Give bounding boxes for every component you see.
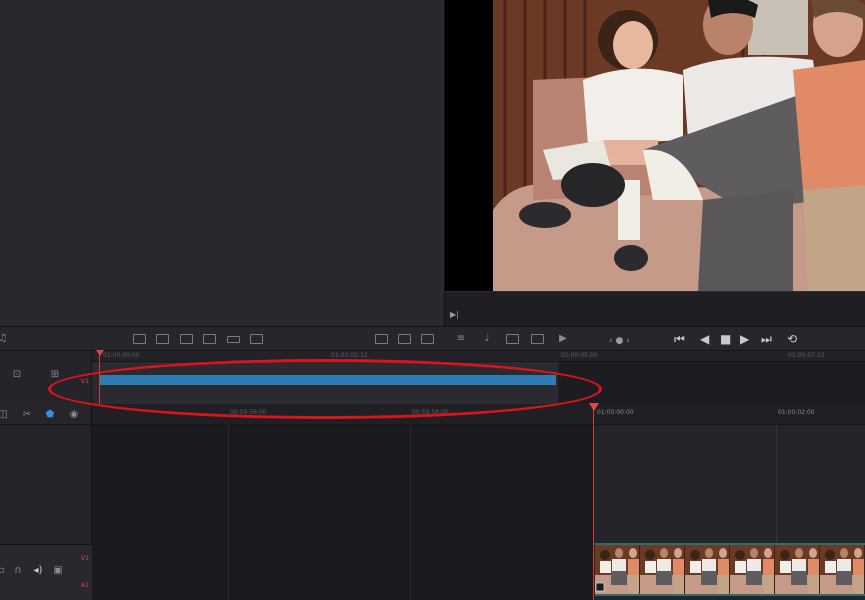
fit-to-fill-icon[interactable] xyxy=(203,334,216,344)
video-clip-filmstrip[interactable] xyxy=(595,543,865,596)
timeline-empty-area[interactable] xyxy=(92,425,593,600)
track-link-icon[interactable]: ⊡ xyxy=(10,369,24,380)
video-track-header: ▫ ∩ ◂) ▣ V1 A1 xyxy=(0,544,92,600)
lower-playhead-handle[interactable] xyxy=(589,403,599,411)
lock-icon[interactable]: ▫ xyxy=(0,565,8,576)
layout-2-icon[interactable] xyxy=(398,334,411,344)
upper-timecode-ruler[interactable]: 01:00:00:00 01:00:02:12 01:00:05:00 01:0… xyxy=(92,351,865,362)
stop-button[interactable]: ■ xyxy=(720,332,731,346)
trim-icon[interactable]: ◫ xyxy=(0,409,10,420)
monitor-icon[interactable]: ▣ xyxy=(51,565,65,576)
layout-3-icon[interactable] xyxy=(421,334,434,344)
video-out-icon[interactable] xyxy=(506,334,519,344)
upper-playhead-handle[interactable] xyxy=(96,350,104,356)
play-button[interactable]: ▶ xyxy=(740,332,749,346)
track-monitor-icon[interactable]: ⊞ xyxy=(48,369,62,380)
viewer-footer: ▶| xyxy=(445,291,865,326)
ruler-tick: 01:00:02:12 xyxy=(331,352,368,359)
ruler-tick: 01:00:05:00 xyxy=(561,352,598,359)
overwrite-clip-icon[interactable] xyxy=(156,334,169,344)
music-note-icon[interactable]: ♫ xyxy=(0,333,10,344)
jog-control[interactable]: ‹ ● › xyxy=(609,334,630,348)
mixer-icon[interactable]: ≡ xyxy=(454,333,468,344)
insert-clip-icon[interactable] xyxy=(133,334,146,344)
mic-icon[interactable]: ♩ xyxy=(480,333,494,344)
viewer-panel[interactable] xyxy=(445,0,865,291)
play-out-icon[interactable]: ▶ xyxy=(556,333,570,344)
v1-track-label: V1 xyxy=(81,555,89,562)
grid-line xyxy=(776,425,777,545)
grid-line xyxy=(410,425,411,600)
lower-playhead[interactable] xyxy=(593,404,594,600)
speaker-icon[interactable]: ◂) xyxy=(31,565,45,576)
video-editor: ▶| ♫ ≡ ♩ ▶ ‹ ● › ⏮ ◀ ■ ▶ ⏭ ⟲ ⊡ ⊞ V1 01:0… xyxy=(0,0,865,600)
grid-line xyxy=(228,425,229,600)
last-frame-button[interactable]: ⏭ xyxy=(761,332,772,346)
headphones-icon[interactable]: ∩ xyxy=(11,565,25,576)
edit-toolbar: ♫ ≡ ♩ ▶ ‹ ● › ⏮ ◀ ■ ▶ ⏭ ⟲ xyxy=(0,326,865,351)
media-pool-panel[interactable] xyxy=(0,0,444,326)
first-frame-button[interactable]: ⏮ xyxy=(674,332,685,346)
razor-icon[interactable]: ✂ xyxy=(20,409,34,420)
previous-frame-button[interactable]: ◀ xyxy=(700,332,709,346)
ruler-tick: 01:00:02:00 xyxy=(778,409,815,416)
ruler-tick: 01:00:07:12 xyxy=(788,352,825,359)
ripple-overwrite-icon[interactable] xyxy=(250,334,263,344)
ruler-tick: 01:00:00:00 xyxy=(103,352,140,359)
timeline-tools: ◫ ✂ ⬟ ◉ xyxy=(0,404,92,425)
viewer-frame-photo xyxy=(493,0,865,291)
ruler-tick: 01:00:00:00 xyxy=(597,409,634,416)
marker-icon[interactable]: ⬟ xyxy=(43,409,57,420)
loop-button[interactable]: ⟲ xyxy=(787,332,797,346)
a1-track-label: A1 xyxy=(81,582,89,589)
layout-1-icon[interactable] xyxy=(375,334,388,344)
view-icon[interactable]: ◉ xyxy=(67,409,81,420)
audio-out-icon[interactable] xyxy=(531,334,544,344)
play-end-icon[interactable]: ▶| xyxy=(450,310,459,319)
append-icon[interactable] xyxy=(227,336,240,343)
replace-clip-icon[interactable] xyxy=(180,334,193,344)
highlight-ellipse-annotation xyxy=(48,359,602,419)
